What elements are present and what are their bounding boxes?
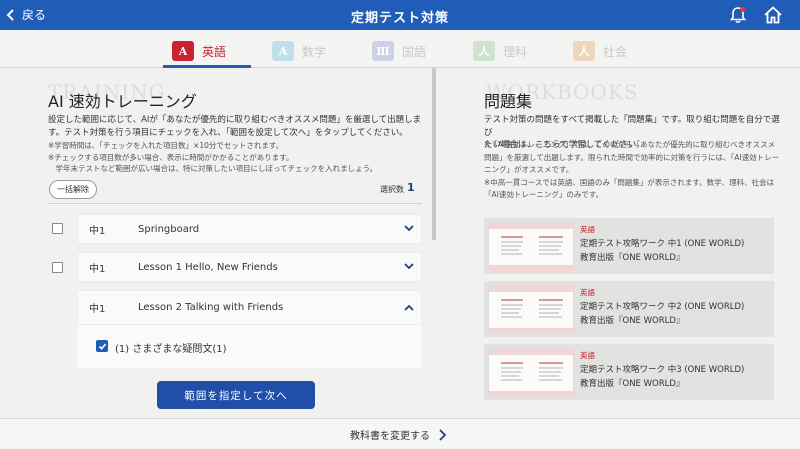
workbook-card[interactable]: 英語 定期テスト攻略ワーク 中1 (ONE WORLD) 教育出版『ONE WO… bbox=[484, 218, 774, 274]
workbook-thumbnail bbox=[488, 222, 575, 271]
card-title: 定期テスト攻略ワーク 中1 (ONE WORLD) bbox=[580, 239, 745, 249]
selection-count-value: 1 bbox=[407, 181, 415, 194]
training-notes: ※学習時間は、「チェックを入れた項目数」×10分でセットされます。 ※チェックす… bbox=[48, 141, 378, 173]
chevron-down-icon[interactable] bbox=[397, 261, 421, 273]
selection-count-label: 選択数 bbox=[380, 185, 404, 194]
card-subject: 英語 bbox=[580, 225, 595, 234]
sub-item-checkbox[interactable] bbox=[96, 340, 108, 352]
workbook-thumbnail bbox=[488, 285, 575, 334]
change-textbook-label: 教科書を変更する bbox=[350, 431, 430, 442]
chevron-right-icon bbox=[439, 428, 446, 441]
tab-label: 国語 bbox=[402, 44, 427, 59]
change-textbook-link[interactable]: 教科書を変更する bbox=[350, 427, 446, 442]
lesson-row-expanded[interactable]: 中1 Lesson 2 Talking with Friends bbox=[77, 290, 422, 324]
grade-label: 中1 bbox=[89, 304, 106, 315]
tab-label: 数学 bbox=[302, 44, 327, 59]
sub-item-label: (1) さまざまな疑問文(1) bbox=[115, 344, 227, 355]
chevron-down-icon[interactable] bbox=[397, 223, 421, 235]
training-description: 設定した範囲に応じて、AIが「あなたが優先的に取り組むべきオススメ問題」を厳選し… bbox=[48, 115, 422, 138]
page-title: 定期テスト対策 bbox=[350, 11, 449, 26]
workbooks-title: 問題集 bbox=[484, 92, 533, 111]
set-range-next-button[interactable]: 範囲を指定して次へ bbox=[157, 381, 315, 409]
lesson-title: Lesson 2 Talking with Friends bbox=[138, 302, 284, 313]
workbook-thumbnail bbox=[488, 348, 575, 397]
tab-label: 理科 bbox=[503, 44, 528, 59]
lesson-title: Springboard bbox=[138, 223, 200, 235]
card-publisher: 教育出版『ONE WORLD』 bbox=[580, 253, 685, 263]
active-tab-indicator bbox=[163, 65, 251, 68]
social-icon: 人 bbox=[573, 41, 595, 61]
checkmark-icon bbox=[98, 342, 106, 350]
card-publisher: 教育出版『ONE WORLD』 bbox=[580, 379, 685, 389]
lesson-row[interactable]: 中1 Lesson 1 Hello, New Friends bbox=[77, 252, 422, 282]
subject-tabs: A 英語 A 数学 Ⅲ 国語 人 理科 人 社会 bbox=[0, 30, 800, 68]
tab-japanese[interactable]: Ⅲ 国語 bbox=[372, 37, 426, 65]
divider bbox=[48, 203, 422, 204]
grade-label: 中1 bbox=[89, 263, 106, 275]
tab-label: 英語 bbox=[202, 44, 227, 59]
grade-label: 中1 bbox=[89, 225, 106, 237]
english-icon: A bbox=[172, 41, 194, 61]
card-title: 定期テスト攻略ワーク 中2 (ONE WORLD) bbox=[580, 302, 745, 312]
card-subject: 英語 bbox=[580, 288, 595, 297]
chevron-up-icon[interactable] bbox=[397, 302, 421, 314]
clear-all-button[interactable]: 一括解除 bbox=[49, 180, 97, 199]
row-checkbox[interactable] bbox=[52, 262, 63, 273]
science-icon: 人 bbox=[473, 41, 495, 61]
workbooks-notes: ※「AI速効トレーニング」では、この中から「あなたが優先的に取り組むべきオススメ… bbox=[484, 140, 780, 199]
tab-math[interactable]: A 数学 bbox=[272, 37, 326, 65]
workbook-card[interactable]: 英語 定期テスト攻略ワーク 中2 (ONE WORLD) 教育出版『ONE WO… bbox=[484, 281, 774, 337]
tab-social[interactable]: 人 社会 bbox=[573, 37, 627, 65]
tab-science[interactable]: 人 理科 bbox=[473, 37, 527, 65]
card-title: 定期テスト攻略ワーク 中3 (ONE WORLD) bbox=[580, 365, 745, 375]
row-checkbox[interactable] bbox=[52, 223, 63, 234]
lesson-title: Lesson 1 Hello, New Friends bbox=[138, 261, 278, 273]
notification-bell-icon[interactable] bbox=[728, 5, 748, 25]
workbook-card[interactable]: 英語 定期テスト攻略ワーク 中3 (ONE WORLD) 教育出版『ONE WO… bbox=[484, 344, 774, 400]
home-icon[interactable] bbox=[762, 4, 784, 26]
card-subject: 英語 bbox=[580, 351, 595, 360]
card-publisher: 教育出版『ONE WORLD』 bbox=[580, 316, 685, 326]
lesson-row[interactable]: 中1 Springboard bbox=[77, 214, 422, 244]
panel-scrollbar[interactable] bbox=[432, 68, 436, 240]
tab-label: 社会 bbox=[603, 44, 628, 59]
tab-english[interactable]: A 英語 bbox=[172, 37, 226, 65]
math-icon: A bbox=[272, 41, 294, 61]
japanese-icon: Ⅲ bbox=[372, 41, 394, 61]
header-bar: 戻る 定期テスト対策 bbox=[0, 0, 800, 30]
training-title: AI 速効トレーニング bbox=[48, 92, 197, 111]
